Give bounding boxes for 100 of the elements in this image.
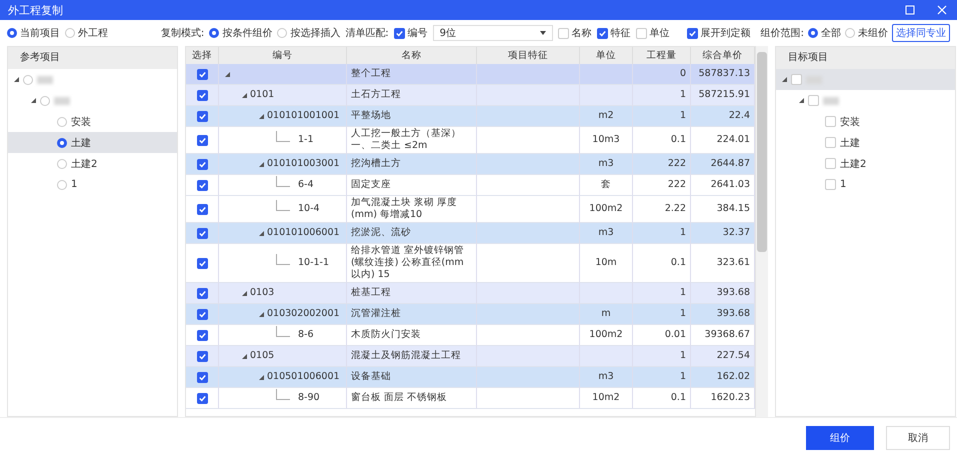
table-cell: 人工挖一般土方（基深）一、二类土 ≤2m bbox=[347, 127, 477, 154]
checkbox[interactable] bbox=[196, 68, 208, 80]
checkbox[interactable] bbox=[394, 28, 405, 38]
table-cell: 10m2 bbox=[580, 388, 633, 409]
table-cell: m3 bbox=[580, 223, 633, 244]
expand-arrow-icon[interactable] bbox=[225, 72, 230, 76]
option-label: 特征 bbox=[610, 26, 631, 40]
price-button[interactable]: 组价 bbox=[806, 426, 874, 450]
radio-button[interactable] bbox=[808, 28, 818, 38]
table-cell: 10m bbox=[580, 244, 633, 283]
table-cell: 1 bbox=[633, 106, 691, 127]
table-cell: 固定支座 bbox=[347, 175, 477, 196]
table-cell: 0101 bbox=[219, 85, 347, 106]
table-cell: 010101001001 bbox=[219, 106, 347, 127]
column-header: 编号 bbox=[219, 47, 347, 64]
table-cell: 10-4 bbox=[219, 196, 347, 223]
radio-button[interactable] bbox=[7, 28, 17, 38]
table-cell bbox=[580, 346, 633, 367]
checkbox[interactable] bbox=[196, 134, 208, 146]
table-cell: 587837.13 bbox=[691, 64, 755, 85]
tree-item-label[interactable]: 土建2 bbox=[71, 156, 98, 170]
expand-arrow-icon[interactable] bbox=[259, 162, 264, 166]
checkbox[interactable] bbox=[196, 330, 208, 340]
table-cell: 162.02 bbox=[691, 367, 755, 388]
checkbox[interactable] bbox=[196, 288, 208, 298]
checkbox[interactable] bbox=[196, 308, 208, 320]
table-cell: 0105 bbox=[219, 346, 347, 367]
radio-button[interactable] bbox=[57, 138, 67, 148]
expand-arrow-icon[interactable] bbox=[259, 230, 264, 236]
scrollbar-thumb[interactable] bbox=[757, 52, 767, 252]
checkbox[interactable] bbox=[196, 372, 208, 382]
table-cell: 1-1 bbox=[219, 127, 347, 154]
panel-header: 参考项目 bbox=[8, 47, 177, 69]
tree-row[interactable]: 土建 bbox=[776, 132, 955, 153]
scrollbar[interactable] bbox=[756, 46, 768, 417]
expand-arrow-icon[interactable] bbox=[242, 92, 247, 98]
redacted-label bbox=[823, 96, 839, 104]
tree-connector bbox=[276, 254, 290, 264]
checkbox[interactable] bbox=[686, 28, 698, 38]
expand-arrow-icon[interactable] bbox=[242, 290, 247, 296]
checkbox[interactable] bbox=[196, 350, 208, 362]
tree-item-label[interactable]: 土建 bbox=[71, 136, 91, 150]
table-cell: 0 bbox=[633, 64, 691, 85]
tree-item-label[interactable]: 1 bbox=[840, 179, 846, 190]
tree-item-label[interactable]: 土建2 bbox=[840, 156, 866, 170]
digits-dropdown[interactable]: 9位 bbox=[432, 25, 553, 41]
column-header: 综合单价 bbox=[691, 47, 755, 64]
table-cell: 0.1 bbox=[633, 388, 691, 409]
tree-item-label[interactable]: 安装 bbox=[840, 114, 860, 128]
checkbox[interactable] bbox=[196, 90, 208, 100]
tree-row[interactable]: 土建2 bbox=[776, 153, 955, 174]
expand-arrow-icon[interactable] bbox=[31, 98, 36, 103]
tree-item-label[interactable]: 1 bbox=[71, 179, 78, 190]
table-cell: 挖沟槽土方 bbox=[347, 154, 477, 175]
checkbox[interactable] bbox=[196, 110, 208, 122]
table-cell: 323.61 bbox=[691, 244, 755, 283]
tree-connector bbox=[276, 130, 290, 142]
tree-item-label[interactable]: 土建 bbox=[840, 136, 860, 150]
table-cell: 设备基础 bbox=[347, 367, 477, 388]
option-label: 全部 bbox=[821, 26, 841, 40]
checkbox[interactable] bbox=[596, 28, 608, 38]
expand-arrow-icon[interactable] bbox=[242, 354, 247, 358]
field-label: 清单匹配: bbox=[345, 26, 389, 40]
table-cell: m3 bbox=[580, 367, 633, 388]
tree-row[interactable]: 1 bbox=[776, 174, 955, 195]
expand-arrow-icon[interactable] bbox=[782, 77, 787, 82]
table-cell: 沉管灌注桩 bbox=[347, 304, 477, 325]
table-cell: 222 bbox=[633, 175, 691, 196]
table-cell: 挖淤泥、流砂 bbox=[347, 223, 477, 244]
column-header: 选择 bbox=[186, 47, 219, 64]
checkbox[interactable] bbox=[196, 158, 208, 170]
option-label: 编号 bbox=[408, 26, 428, 40]
table-cell: 22.4 bbox=[691, 106, 755, 127]
expand-arrow-icon[interactable] bbox=[259, 114, 264, 118]
checkbox[interactable] bbox=[196, 228, 208, 238]
table-cell: 224.01 bbox=[691, 127, 755, 154]
maximize-icon[interactable] bbox=[905, 5, 915, 15]
table-cell: 010501006001 bbox=[219, 367, 347, 388]
checkbox[interactable] bbox=[196, 180, 208, 190]
table-cell: m bbox=[580, 304, 633, 325]
checkbox[interactable] bbox=[196, 204, 208, 214]
dropdown-arrow-icon bbox=[540, 31, 546, 35]
table-cell: 8-90 bbox=[219, 388, 347, 409]
table-cell: 39368.67 bbox=[691, 325, 755, 346]
close-icon[interactable] bbox=[937, 5, 947, 15]
checkbox[interactable] bbox=[196, 392, 208, 404]
table-cell: 6-4 bbox=[219, 175, 347, 196]
radio-button[interactable] bbox=[209, 28, 220, 38]
tree-item-label[interactable]: 安装 bbox=[71, 114, 91, 128]
table-cell: 加气混凝土块 浆砌 厚度(mm) 每增减10 bbox=[347, 196, 477, 223]
cancel-button[interactable]: 取消 bbox=[886, 426, 950, 450]
expand-arrow-icon[interactable] bbox=[799, 98, 804, 103]
checkbox[interactable] bbox=[196, 258, 208, 268]
expand-arrow-icon[interactable] bbox=[259, 312, 264, 316]
same-specialty-button[interactable]: 选择同专业 bbox=[892, 24, 950, 42]
expand-arrow-icon[interactable] bbox=[14, 77, 19, 82]
expand-arrow-icon[interactable] bbox=[259, 374, 264, 380]
tree-row[interactable]: 安装 bbox=[776, 111, 955, 132]
tree-row-highlight[interactable]: 土建 bbox=[8, 132, 177, 153]
table-cell: 100m2 bbox=[580, 196, 633, 223]
